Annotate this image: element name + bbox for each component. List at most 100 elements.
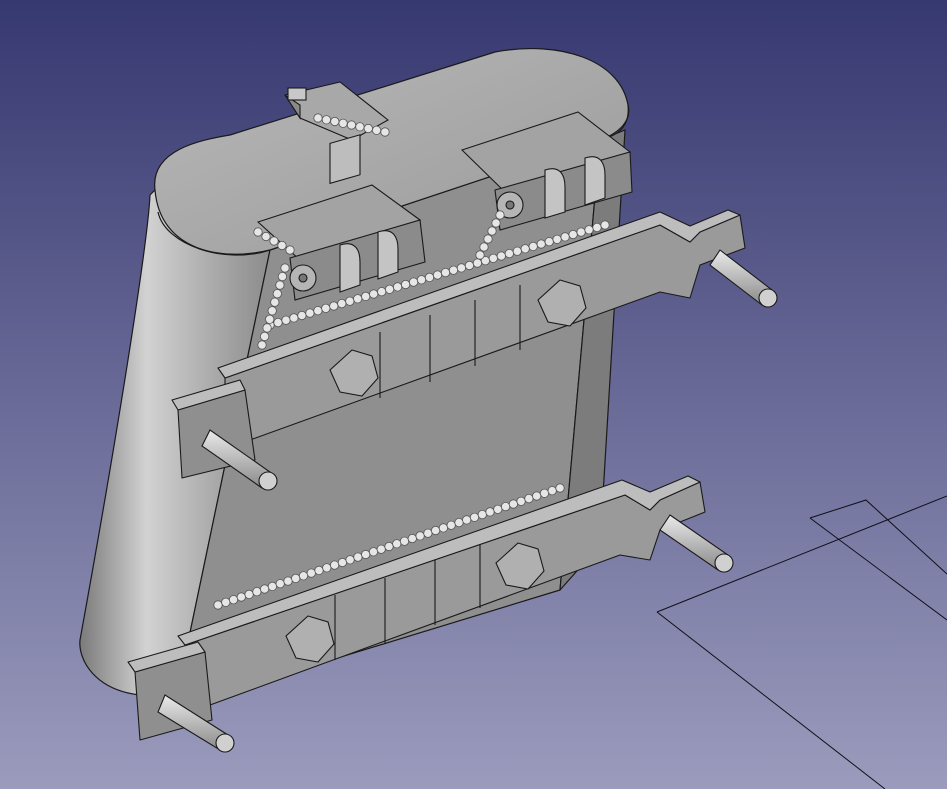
weld-bead [314,565,324,576]
weld-bead [353,294,363,304]
weld-bead [283,576,293,586]
weld-bead [454,517,464,528]
weld-bead [306,568,316,578]
3d-viewport[interactable] [0,0,947,789]
weld-bead [252,587,262,597]
weld-bead [491,218,501,228]
weld-bead [516,496,526,506]
weld-bead [568,229,578,240]
weld-bead [262,323,272,333]
weld-bead [496,251,506,261]
weld-bead [392,282,403,292]
weld-bead [280,263,290,273]
weld-bead [487,226,497,236]
weld-bead [313,306,323,316]
weld-bead [355,122,365,132]
weld-bead [272,289,282,299]
weld-bead [495,210,505,220]
weld-bead [475,250,485,260]
weld-bead [345,555,355,565]
weld-bead [520,244,530,254]
viewport-canvas[interactable] [0,0,947,789]
weld-bead [479,242,489,252]
weld-bead [267,581,277,592]
weld-bead [337,298,347,309]
weld-bead [322,563,332,573]
weld-bead [380,127,390,137]
weld-bead [275,579,285,589]
weld-bead [321,115,331,125]
weld-bead [464,260,474,271]
weld-bead [329,301,339,311]
weld-bead [338,118,348,128]
weld-bead [592,222,602,232]
weld-bead [500,501,511,512]
weld-bead [547,486,557,496]
weld-bead [493,504,503,514]
weld-bead [576,227,586,237]
weld-bead [384,541,394,552]
weld-bead [469,512,480,522]
weld-bead [269,236,279,246]
weld-bead [508,499,519,509]
weld-bead [584,225,594,235]
weld-bead [291,573,301,584]
weld-bead [539,488,550,498]
weld-bead [504,249,514,259]
weld-bead [259,331,270,341]
weld-bead [313,113,323,123]
weld-bead [277,240,287,251]
weld-bead [438,523,448,533]
weld-bead [285,245,295,255]
weld-bead [399,536,410,546]
weld-bead [552,234,562,244]
weld-bead [265,314,275,324]
weld-bead [472,258,482,268]
weld-bead [337,557,347,568]
weld-bead [407,533,417,544]
weld-bead [446,520,456,530]
weld-bead [544,237,554,247]
weld-bead [485,507,495,517]
weld-bead [424,272,435,282]
weld-bead [512,246,522,256]
weld-bead [483,234,493,244]
weld-bead [257,340,267,350]
weld-bead [400,279,411,290]
weld-bead [376,544,386,554]
weld-bead [555,483,565,493]
weld-bead [346,120,357,130]
weld-bead [353,552,363,562]
weld-bead [321,303,331,313]
weld-bead [477,509,487,520]
weld-bead [371,125,382,135]
weld-bead [488,253,498,263]
weld-bead [600,220,610,230]
weld-bead [415,531,425,541]
weld-bead [236,592,246,602]
weld-bead [277,271,287,282]
weld-bead [259,584,270,594]
weld-bead [361,291,371,301]
weld-bead [289,313,299,323]
weld-bead [253,227,263,237]
weld-bead [345,296,355,306]
weld-bead [244,589,254,600]
weld-bead [305,308,315,318]
weld-bead [298,571,309,581]
weld-bead [330,116,340,127]
weld-bead [462,515,472,525]
weld-bead [273,317,283,328]
weld-bead [392,539,402,549]
weld-bead [270,297,280,307]
weld-bead [423,528,433,538]
weld-bead [363,123,373,134]
weld-bead [532,491,542,501]
weld-bead [408,277,419,287]
weld-bead [361,549,371,560]
weld-bead [524,493,534,504]
weld-bead [456,263,466,273]
weld-bead [368,547,379,557]
weld-bead [448,265,459,275]
weld-bead [267,306,277,316]
